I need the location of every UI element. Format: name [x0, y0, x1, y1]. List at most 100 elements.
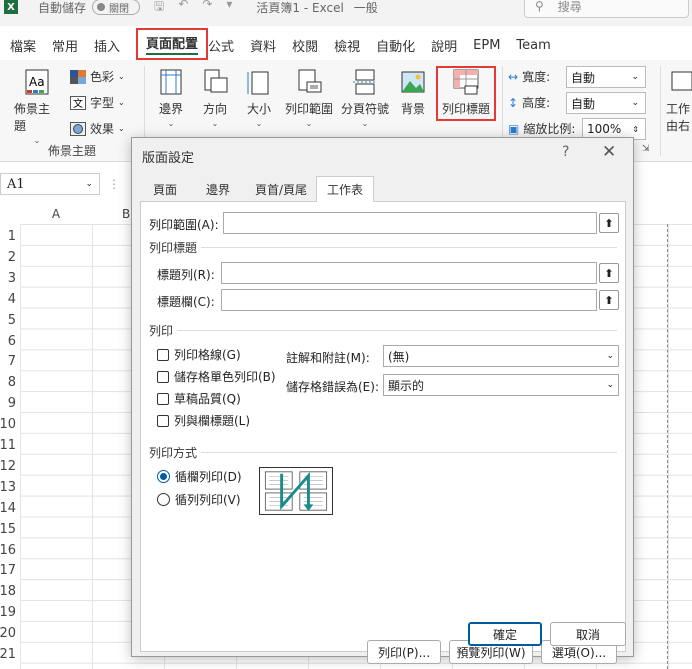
size-button[interactable]: 大小 ⌄ [240, 68, 278, 128]
autosave-label: 自動儲存 [38, 0, 87, 15]
close-icon[interactable]: ✕ [602, 142, 616, 162]
chevron-down-icon: ⌄ [606, 351, 614, 361]
breaks-button[interactable]: 分頁符號 ⌄ [338, 68, 392, 128]
over-then-down-radio[interactable]: 循列列印(V) [157, 491, 241, 508]
undo-icon[interactable]: ↶ [178, 0, 188, 18]
tab-file[interactable]: 檔案 [0, 33, 44, 57]
help-button[interactable]: ? [562, 144, 569, 160]
themes-icon: Aa [25, 69, 49, 95]
orientation-button[interactable]: 方向 ⌄ [196, 68, 234, 128]
sheet-options-button[interactable]: 工作 由右 [664, 68, 692, 134]
down-then-over-radio[interactable]: 循欄列印(D) [157, 468, 242, 485]
row-header[interactable]: 14 [0, 498, 20, 519]
row-header[interactable]: 21 [0, 644, 20, 665]
dialog-launcher-icon[interactable]: ⇲ [642, 144, 650, 154]
row-header[interactable]: 2 [0, 247, 20, 268]
row-header[interactable]: 15 [0, 519, 20, 540]
margins-button[interactable]: 邊界 ⌄ [152, 68, 190, 128]
redo-icon[interactable]: ↷ [202, 0, 212, 18]
tab-team[interactable]: Team [508, 33, 558, 57]
row-header[interactable]: 16 [0, 540, 20, 561]
tab-view[interactable]: 檢視 [326, 33, 368, 57]
collapse-cols-icon[interactable]: ⬆ [599, 290, 619, 310]
size-icon [247, 71, 269, 95]
chevron-down-icon: ⌄ [606, 380, 614, 390]
background-button[interactable]: 背景 [396, 68, 430, 117]
colors-button[interactable]: 色彩 ⌄ [70, 68, 125, 85]
row-col-headings-checkbox[interactable]: 列與欄標題(L) [157, 412, 250, 429]
cell-errors-select[interactable]: 顯示的 ⌄ [383, 374, 619, 396]
print-area-button[interactable]: 列印範圍 ⌄ [282, 68, 336, 128]
page-break-line [667, 224, 668, 669]
comments-label: 註解和附註(M): [286, 351, 370, 365]
draft-quality-checkbox[interactable]: 草稿品質(Q) [157, 390, 241, 407]
row-header[interactable]: 4 [0, 289, 20, 310]
cancel-button[interactable]: 取消 [550, 622, 626, 646]
tab-help[interactable]: 說明 [423, 33, 465, 57]
row-header[interactable]: 1 [0, 226, 20, 247]
tab-margins[interactable]: 邊界 [190, 176, 246, 202]
collapse-rows-icon[interactable]: ⬆ [599, 263, 619, 283]
row-header[interactable]: 3 [0, 268, 20, 289]
row-header[interactable]: 5 [0, 310, 20, 331]
tab-data[interactable]: 資料 [242, 33, 284, 57]
search-box[interactable]: ⚲ 搜尋 [524, 0, 689, 18]
autosave-state: 關閉 [109, 3, 130, 15]
formula-bar-handle-icon: ⋮ [108, 177, 120, 191]
tab-home[interactable]: 常用 [44, 33, 86, 57]
width-dropdown[interactable]: 自動 ⌄ [566, 66, 646, 88]
height-dropdown[interactable]: 自動 ⌄ [566, 92, 646, 114]
dialog-tabs: 頁面 邊界 頁首/頁尾 工作表 [140, 176, 626, 202]
row-header[interactable]: 13 [0, 477, 20, 498]
tab-review[interactable]: 校閱 [284, 33, 326, 57]
svg-text:Aa: Aa [29, 75, 45, 89]
row-header[interactable]: 12 [0, 456, 20, 477]
tab-sheet[interactable]: 工作表 [316, 176, 374, 202]
row-header[interactable]: 9 [0, 393, 20, 414]
row-header[interactable]: 18 [0, 581, 20, 602]
tab-insert[interactable]: 插入 [86, 33, 128, 57]
ok-button[interactable]: 確定 [468, 622, 542, 646]
themes-group-label: 佈景主題 [48, 144, 97, 158]
customize-qat-icon[interactable]: ▾ [226, 0, 232, 18]
comments-select[interactable]: (無) ⌄ [383, 345, 619, 367]
page-order-section: 列印方式 [149, 446, 198, 460]
tab-page-layout[interactable]: 頁面配置 [136, 28, 208, 60]
row-header[interactable]: 6 [0, 331, 20, 352]
gridlines-checkbox[interactable]: 列印格線(G) [157, 346, 241, 363]
width-icon: ↔ [508, 69, 519, 84]
chevron-down-icon: ⌄ [85, 179, 93, 189]
effects-icon [70, 121, 86, 136]
tab-header-footer[interactable]: 頁首/頁尾 [246, 176, 316, 202]
row-header[interactable]: 10 [0, 414, 20, 435]
scale-icon: ▣ [508, 121, 520, 136]
toggle-knob-icon [97, 3, 106, 11]
themes-button[interactable]: Aa 佈景主題 ⌄ [14, 68, 60, 145]
collapse-print-area-icon[interactable]: ⬆ [599, 213, 619, 233]
row-header[interactable]: 20 [0, 623, 20, 644]
sensitivity-label[interactable]: 一般 [354, 0, 378, 16]
cell-errors-label: 儲存格錯誤為(E): [286, 380, 379, 394]
print-button[interactable]: 列印(P)... [367, 640, 441, 664]
print-area-input[interactable] [223, 212, 597, 234]
title-bar: X 自動儲存 關閉 🖫 ↶ ↷ ▾ 活頁簿1 - Excel 一般 ⚲ 搜尋 [0, 0, 692, 26]
name-box[interactable]: A1 ⌄ [0, 173, 100, 195]
fonts-button[interactable]: 文 字型 ⌄ [70, 94, 125, 111]
rows-to-repeat-input[interactable] [221, 262, 597, 284]
row-header[interactable]: 8 [0, 372, 20, 393]
row-header[interactable]: 7 [0, 351, 20, 372]
autosave-toggle[interactable]: 關閉 [92, 0, 141, 15]
cols-to-repeat-input[interactable] [221, 289, 597, 311]
row-header[interactable]: 11 [0, 435, 20, 456]
save-icon[interactable]: 🖫 [154, 0, 164, 18]
tab-automate[interactable]: 自動化 [368, 33, 423, 57]
tab-epm[interactable]: EPM [465, 33, 508, 57]
effects-button[interactable]: 效果 ⌄ [70, 120, 125, 137]
row-header[interactable]: 19 [0, 602, 20, 623]
print-section: 列印 [149, 324, 174, 338]
row-header[interactable]: 17 [0, 560, 20, 581]
rows-to-repeat-label: 標題列(R): [157, 268, 215, 282]
tab-page[interactable]: 頁面 [140, 176, 190, 202]
column-header-a[interactable]: A [20, 204, 92, 224]
black-white-checkbox[interactable]: 儲存格單色列印(B) [157, 368, 276, 385]
